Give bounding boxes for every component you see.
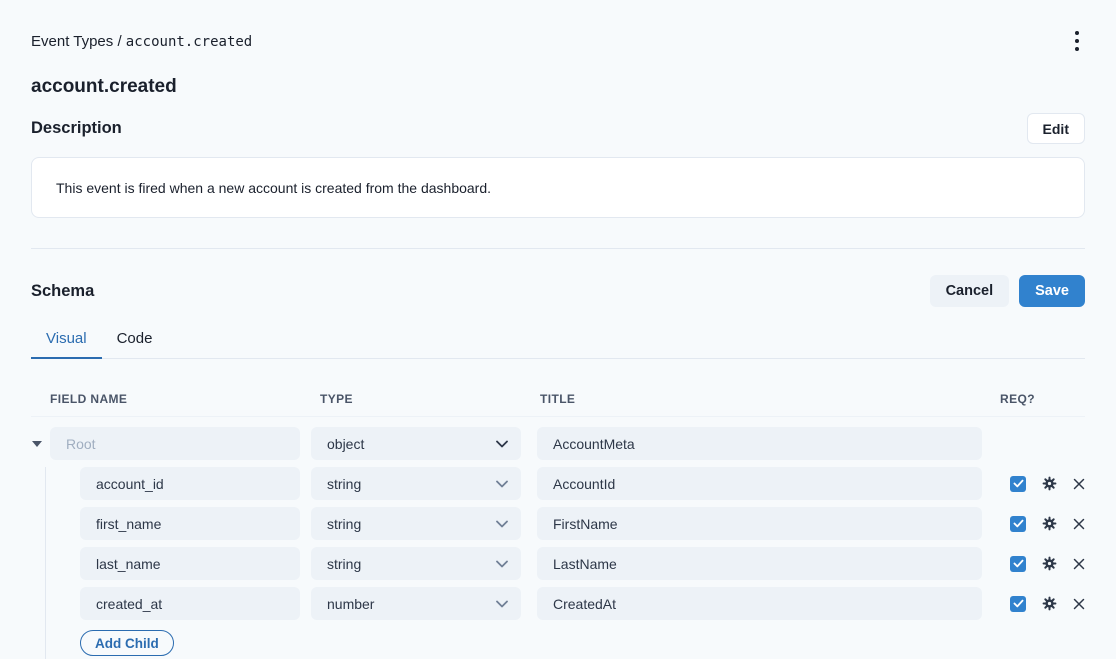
schema-field-row: string bbox=[31, 507, 1085, 540]
field-name-input[interactable] bbox=[80, 547, 300, 580]
section-divider bbox=[31, 248, 1085, 249]
delete-row-icon[interactable] bbox=[1073, 558, 1085, 570]
schema-root-row: object bbox=[31, 427, 1085, 460]
edit-button[interactable]: Edit bbox=[1027, 113, 1085, 144]
schema-table-header: Field Name Type Title Req? bbox=[31, 392, 1085, 417]
description-card: This event is fired when a new account i… bbox=[31, 157, 1085, 218]
title-input[interactable] bbox=[537, 547, 982, 580]
type-select[interactable]: string bbox=[311, 467, 521, 500]
type-select[interactable]: number bbox=[311, 587, 521, 620]
column-header-title: Title bbox=[537, 392, 982, 406]
breadcrumb: Event Types / account.created bbox=[31, 33, 252, 50]
title-input[interactable] bbox=[537, 467, 982, 500]
description-text: This event is fired when a new account i… bbox=[56, 180, 491, 196]
top-bar: Event Types / account.created bbox=[31, 0, 1085, 55]
required-checkbox[interactable] bbox=[1010, 596, 1026, 612]
save-button[interactable]: Save bbox=[1019, 275, 1085, 307]
kebab-menu-icon[interactable] bbox=[1069, 27, 1085, 55]
tab-visual[interactable]: Visual bbox=[31, 321, 102, 359]
schema-field-row: number bbox=[31, 587, 1085, 620]
title-input[interactable] bbox=[537, 587, 982, 620]
type-value: string bbox=[327, 476, 361, 492]
tab-code[interactable]: Code bbox=[102, 321, 168, 359]
delete-row-icon[interactable] bbox=[1073, 518, 1085, 530]
cancel-button[interactable]: Cancel bbox=[930, 275, 1010, 307]
settings-gear-icon[interactable] bbox=[1042, 476, 1057, 491]
type-value: string bbox=[327, 556, 361, 572]
collapse-caret-icon[interactable] bbox=[32, 441, 42, 447]
add-child-button[interactable]: Add Child bbox=[80, 630, 174, 656]
root-field-name-input[interactable] bbox=[50, 427, 300, 460]
page-title: account.created bbox=[31, 76, 1085, 98]
chevron-down-icon bbox=[496, 520, 508, 528]
check-icon bbox=[1013, 559, 1024, 568]
required-checkbox[interactable] bbox=[1010, 476, 1026, 492]
breadcrumb-current: account.created bbox=[126, 34, 252, 50]
breadcrumb-separator: / bbox=[117, 33, 121, 50]
chevron-down-icon bbox=[496, 560, 508, 568]
check-icon bbox=[1013, 479, 1024, 488]
delete-row-icon[interactable] bbox=[1073, 598, 1085, 610]
check-icon bbox=[1013, 519, 1024, 528]
breadcrumb-section[interactable]: Event Types bbox=[31, 33, 113, 50]
settings-gear-icon[interactable] bbox=[1042, 556, 1057, 571]
chevron-down-icon bbox=[496, 480, 508, 488]
schema-field-row: string bbox=[31, 547, 1085, 580]
chevron-down-icon bbox=[496, 440, 508, 448]
required-checkbox[interactable] bbox=[1010, 556, 1026, 572]
schema-table-body: object string bbox=[31, 427, 1085, 659]
field-name-input[interactable] bbox=[80, 467, 300, 500]
type-value: string bbox=[327, 516, 361, 532]
root-type-select[interactable]: object bbox=[311, 427, 521, 460]
delete-row-icon[interactable] bbox=[1073, 478, 1085, 490]
schema-field-row: string bbox=[31, 467, 1085, 500]
column-header-req: Req? bbox=[982, 392, 1085, 406]
required-checkbox[interactable] bbox=[1010, 516, 1026, 532]
root-type-value: object bbox=[327, 436, 364, 452]
settings-gear-icon[interactable] bbox=[1042, 596, 1057, 611]
field-name-input[interactable] bbox=[80, 507, 300, 540]
schema-tabs: Visual Code bbox=[31, 321, 1085, 359]
settings-gear-icon[interactable] bbox=[1042, 516, 1057, 531]
chevron-down-icon bbox=[496, 600, 508, 608]
column-header-field-name: Field Name bbox=[50, 392, 300, 406]
title-input[interactable] bbox=[537, 507, 982, 540]
type-select[interactable]: string bbox=[311, 507, 521, 540]
check-icon bbox=[1013, 599, 1024, 608]
tree-indent-guide bbox=[45, 467, 46, 659]
type-select[interactable]: string bbox=[311, 547, 521, 580]
field-name-input[interactable] bbox=[80, 587, 300, 620]
root-title-input[interactable] bbox=[537, 427, 982, 460]
column-header-type: Type bbox=[311, 392, 521, 406]
description-heading: Description bbox=[31, 119, 122, 138]
type-value: number bbox=[327, 596, 374, 612]
schema-heading: Schema bbox=[31, 282, 94, 301]
